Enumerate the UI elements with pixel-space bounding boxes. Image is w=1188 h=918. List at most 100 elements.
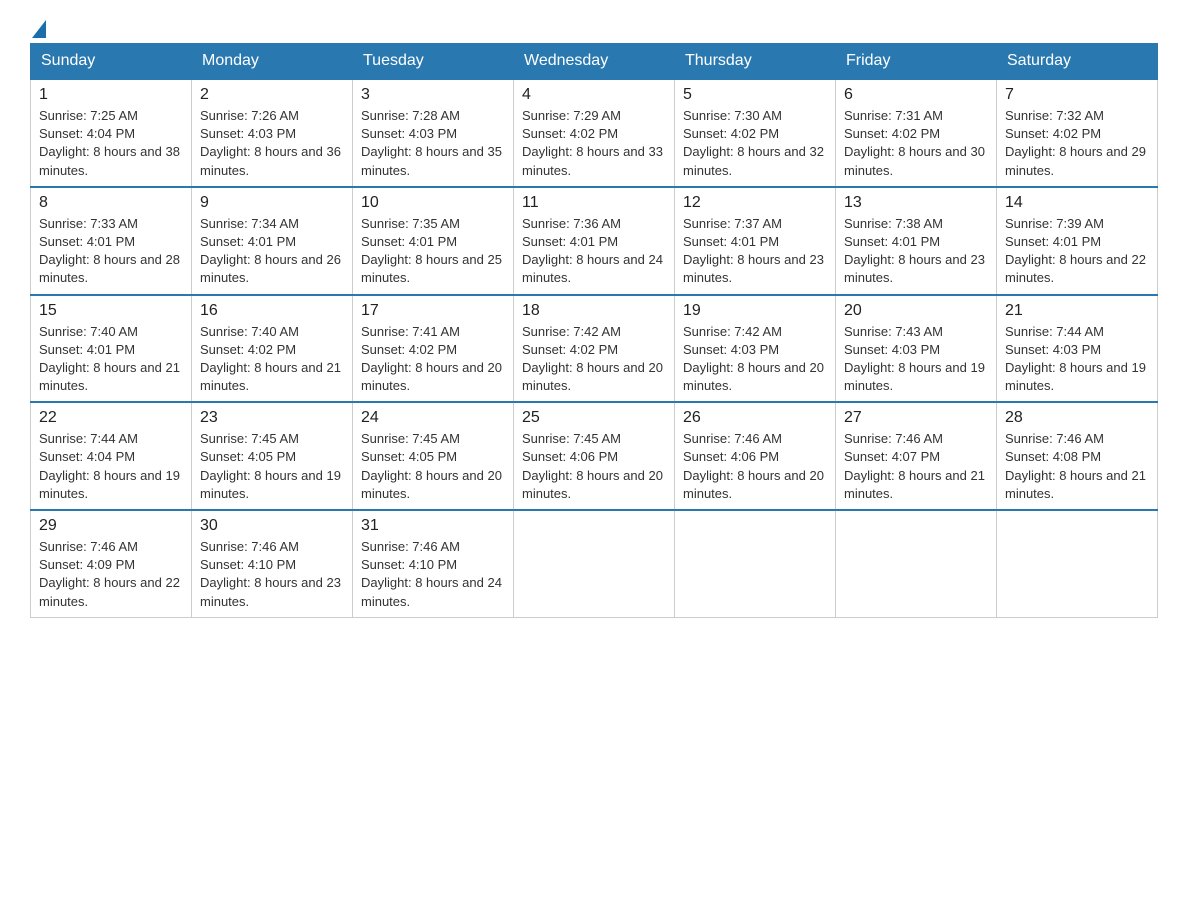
day-number: 13 <box>844 194 988 212</box>
calendar-cell: 17 Sunrise: 7:41 AMSunset: 4:02 PMDaylig… <box>353 295 514 403</box>
day-number: 19 <box>683 302 827 320</box>
calendar-cell: 11 Sunrise: 7:36 AMSunset: 4:01 PMDaylig… <box>514 187 675 295</box>
day-info: Sunrise: 7:31 AMSunset: 4:02 PMDaylight:… <box>844 107 988 180</box>
calendar-week-row: 15 Sunrise: 7:40 AMSunset: 4:01 PMDaylig… <box>31 295 1158 403</box>
calendar-cell: 23 Sunrise: 7:45 AMSunset: 4:05 PMDaylig… <box>192 402 353 510</box>
logo-text <box>30 20 48 38</box>
day-number: 1 <box>39 86 183 104</box>
col-header-thursday: Thursday <box>675 44 836 80</box>
day-number: 9 <box>200 194 344 212</box>
calendar-table: SundayMondayTuesdayWednesdayThursdayFrid… <box>30 43 1158 618</box>
day-number: 11 <box>522 194 666 212</box>
calendar-cell <box>997 510 1158 617</box>
col-header-tuesday: Tuesday <box>353 44 514 80</box>
calendar-cell: 20 Sunrise: 7:43 AMSunset: 4:03 PMDaylig… <box>836 295 997 403</box>
page-header <box>30 20 1158 33</box>
day-number: 6 <box>844 86 988 104</box>
day-info: Sunrise: 7:44 AMSunset: 4:04 PMDaylight:… <box>39 430 183 503</box>
day-info: Sunrise: 7:29 AMSunset: 4:02 PMDaylight:… <box>522 107 666 180</box>
day-number: 24 <box>361 409 505 427</box>
col-header-monday: Monday <box>192 44 353 80</box>
day-info: Sunrise: 7:43 AMSunset: 4:03 PMDaylight:… <box>844 323 988 396</box>
day-info: Sunrise: 7:45 AMSunset: 4:05 PMDaylight:… <box>361 430 505 503</box>
day-info: Sunrise: 7:41 AMSunset: 4:02 PMDaylight:… <box>361 323 505 396</box>
calendar-cell <box>836 510 997 617</box>
calendar-week-row: 8 Sunrise: 7:33 AMSunset: 4:01 PMDayligh… <box>31 187 1158 295</box>
day-info: Sunrise: 7:34 AMSunset: 4:01 PMDaylight:… <box>200 215 344 288</box>
day-info: Sunrise: 7:37 AMSunset: 4:01 PMDaylight:… <box>683 215 827 288</box>
day-number: 30 <box>200 517 344 535</box>
day-info: Sunrise: 7:46 AMSunset: 4:09 PMDaylight:… <box>39 538 183 611</box>
calendar-week-row: 1 Sunrise: 7:25 AMSunset: 4:04 PMDayligh… <box>31 79 1158 187</box>
calendar-cell: 29 Sunrise: 7:46 AMSunset: 4:09 PMDaylig… <box>31 510 192 617</box>
col-header-wednesday: Wednesday <box>514 44 675 80</box>
calendar-cell: 28 Sunrise: 7:46 AMSunset: 4:08 PMDaylig… <box>997 402 1158 510</box>
day-number: 5 <box>683 86 827 104</box>
calendar-cell: 10 Sunrise: 7:35 AMSunset: 4:01 PMDaylig… <box>353 187 514 295</box>
calendar-cell: 7 Sunrise: 7:32 AMSunset: 4:02 PMDayligh… <box>997 79 1158 187</box>
calendar-cell: 22 Sunrise: 7:44 AMSunset: 4:04 PMDaylig… <box>31 402 192 510</box>
calendar-cell: 9 Sunrise: 7:34 AMSunset: 4:01 PMDayligh… <box>192 187 353 295</box>
calendar-cell: 14 Sunrise: 7:39 AMSunset: 4:01 PMDaylig… <box>997 187 1158 295</box>
day-info: Sunrise: 7:44 AMSunset: 4:03 PMDaylight:… <box>1005 323 1149 396</box>
day-info: Sunrise: 7:33 AMSunset: 4:01 PMDaylight:… <box>39 215 183 288</box>
calendar-cell: 3 Sunrise: 7:28 AMSunset: 4:03 PMDayligh… <box>353 79 514 187</box>
day-number: 15 <box>39 302 183 320</box>
day-number: 26 <box>683 409 827 427</box>
logo-triangle-icon <box>32 20 46 38</box>
day-info: Sunrise: 7:45 AMSunset: 4:05 PMDaylight:… <box>200 430 344 503</box>
day-number: 23 <box>200 409 344 427</box>
calendar-cell: 2 Sunrise: 7:26 AMSunset: 4:03 PMDayligh… <box>192 79 353 187</box>
calendar-cell: 12 Sunrise: 7:37 AMSunset: 4:01 PMDaylig… <box>675 187 836 295</box>
calendar-cell: 25 Sunrise: 7:45 AMSunset: 4:06 PMDaylig… <box>514 402 675 510</box>
calendar-cell: 26 Sunrise: 7:46 AMSunset: 4:06 PMDaylig… <box>675 402 836 510</box>
calendar-cell: 19 Sunrise: 7:42 AMSunset: 4:03 PMDaylig… <box>675 295 836 403</box>
calendar-cell: 27 Sunrise: 7:46 AMSunset: 4:07 PMDaylig… <box>836 402 997 510</box>
calendar-cell: 4 Sunrise: 7:29 AMSunset: 4:02 PMDayligh… <box>514 79 675 187</box>
day-number: 27 <box>844 409 988 427</box>
col-header-sunday: Sunday <box>31 44 192 80</box>
day-info: Sunrise: 7:46 AMSunset: 4:06 PMDaylight:… <box>683 430 827 503</box>
day-number: 2 <box>200 86 344 104</box>
day-info: Sunrise: 7:26 AMSunset: 4:03 PMDaylight:… <box>200 107 344 180</box>
day-info: Sunrise: 7:46 AMSunset: 4:07 PMDaylight:… <box>844 430 988 503</box>
calendar-header-row: SundayMondayTuesdayWednesdayThursdayFrid… <box>31 44 1158 80</box>
day-number: 16 <box>200 302 344 320</box>
calendar-cell: 6 Sunrise: 7:31 AMSunset: 4:02 PMDayligh… <box>836 79 997 187</box>
calendar-cell: 18 Sunrise: 7:42 AMSunset: 4:02 PMDaylig… <box>514 295 675 403</box>
calendar-cell <box>675 510 836 617</box>
day-info: Sunrise: 7:39 AMSunset: 4:01 PMDaylight:… <box>1005 215 1149 288</box>
calendar-cell: 5 Sunrise: 7:30 AMSunset: 4:02 PMDayligh… <box>675 79 836 187</box>
day-number: 12 <box>683 194 827 212</box>
calendar-cell: 16 Sunrise: 7:40 AMSunset: 4:02 PMDaylig… <box>192 295 353 403</box>
calendar-cell: 1 Sunrise: 7:25 AMSunset: 4:04 PMDayligh… <box>31 79 192 187</box>
day-info: Sunrise: 7:30 AMSunset: 4:02 PMDaylight:… <box>683 107 827 180</box>
day-number: 22 <box>39 409 183 427</box>
day-number: 7 <box>1005 86 1149 104</box>
day-info: Sunrise: 7:46 AMSunset: 4:08 PMDaylight:… <box>1005 430 1149 503</box>
day-number: 31 <box>361 517 505 535</box>
day-number: 20 <box>844 302 988 320</box>
day-info: Sunrise: 7:32 AMSunset: 4:02 PMDaylight:… <box>1005 107 1149 180</box>
day-info: Sunrise: 7:46 AMSunset: 4:10 PMDaylight:… <box>200 538 344 611</box>
day-info: Sunrise: 7:42 AMSunset: 4:02 PMDaylight:… <box>522 323 666 396</box>
calendar-week-row: 29 Sunrise: 7:46 AMSunset: 4:09 PMDaylig… <box>31 510 1158 617</box>
day-number: 21 <box>1005 302 1149 320</box>
calendar-week-row: 22 Sunrise: 7:44 AMSunset: 4:04 PMDaylig… <box>31 402 1158 510</box>
day-number: 18 <box>522 302 666 320</box>
day-number: 3 <box>361 86 505 104</box>
day-number: 28 <box>1005 409 1149 427</box>
day-number: 14 <box>1005 194 1149 212</box>
day-info: Sunrise: 7:25 AMSunset: 4:04 PMDaylight:… <box>39 107 183 180</box>
calendar-cell <box>514 510 675 617</box>
day-info: Sunrise: 7:35 AMSunset: 4:01 PMDaylight:… <box>361 215 505 288</box>
day-info: Sunrise: 7:45 AMSunset: 4:06 PMDaylight:… <box>522 430 666 503</box>
calendar-cell: 15 Sunrise: 7:40 AMSunset: 4:01 PMDaylig… <box>31 295 192 403</box>
day-number: 8 <box>39 194 183 212</box>
day-number: 17 <box>361 302 505 320</box>
col-header-saturday: Saturday <box>997 44 1158 80</box>
calendar-cell: 21 Sunrise: 7:44 AMSunset: 4:03 PMDaylig… <box>997 295 1158 403</box>
day-number: 10 <box>361 194 505 212</box>
day-number: 29 <box>39 517 183 535</box>
day-info: Sunrise: 7:40 AMSunset: 4:02 PMDaylight:… <box>200 323 344 396</box>
